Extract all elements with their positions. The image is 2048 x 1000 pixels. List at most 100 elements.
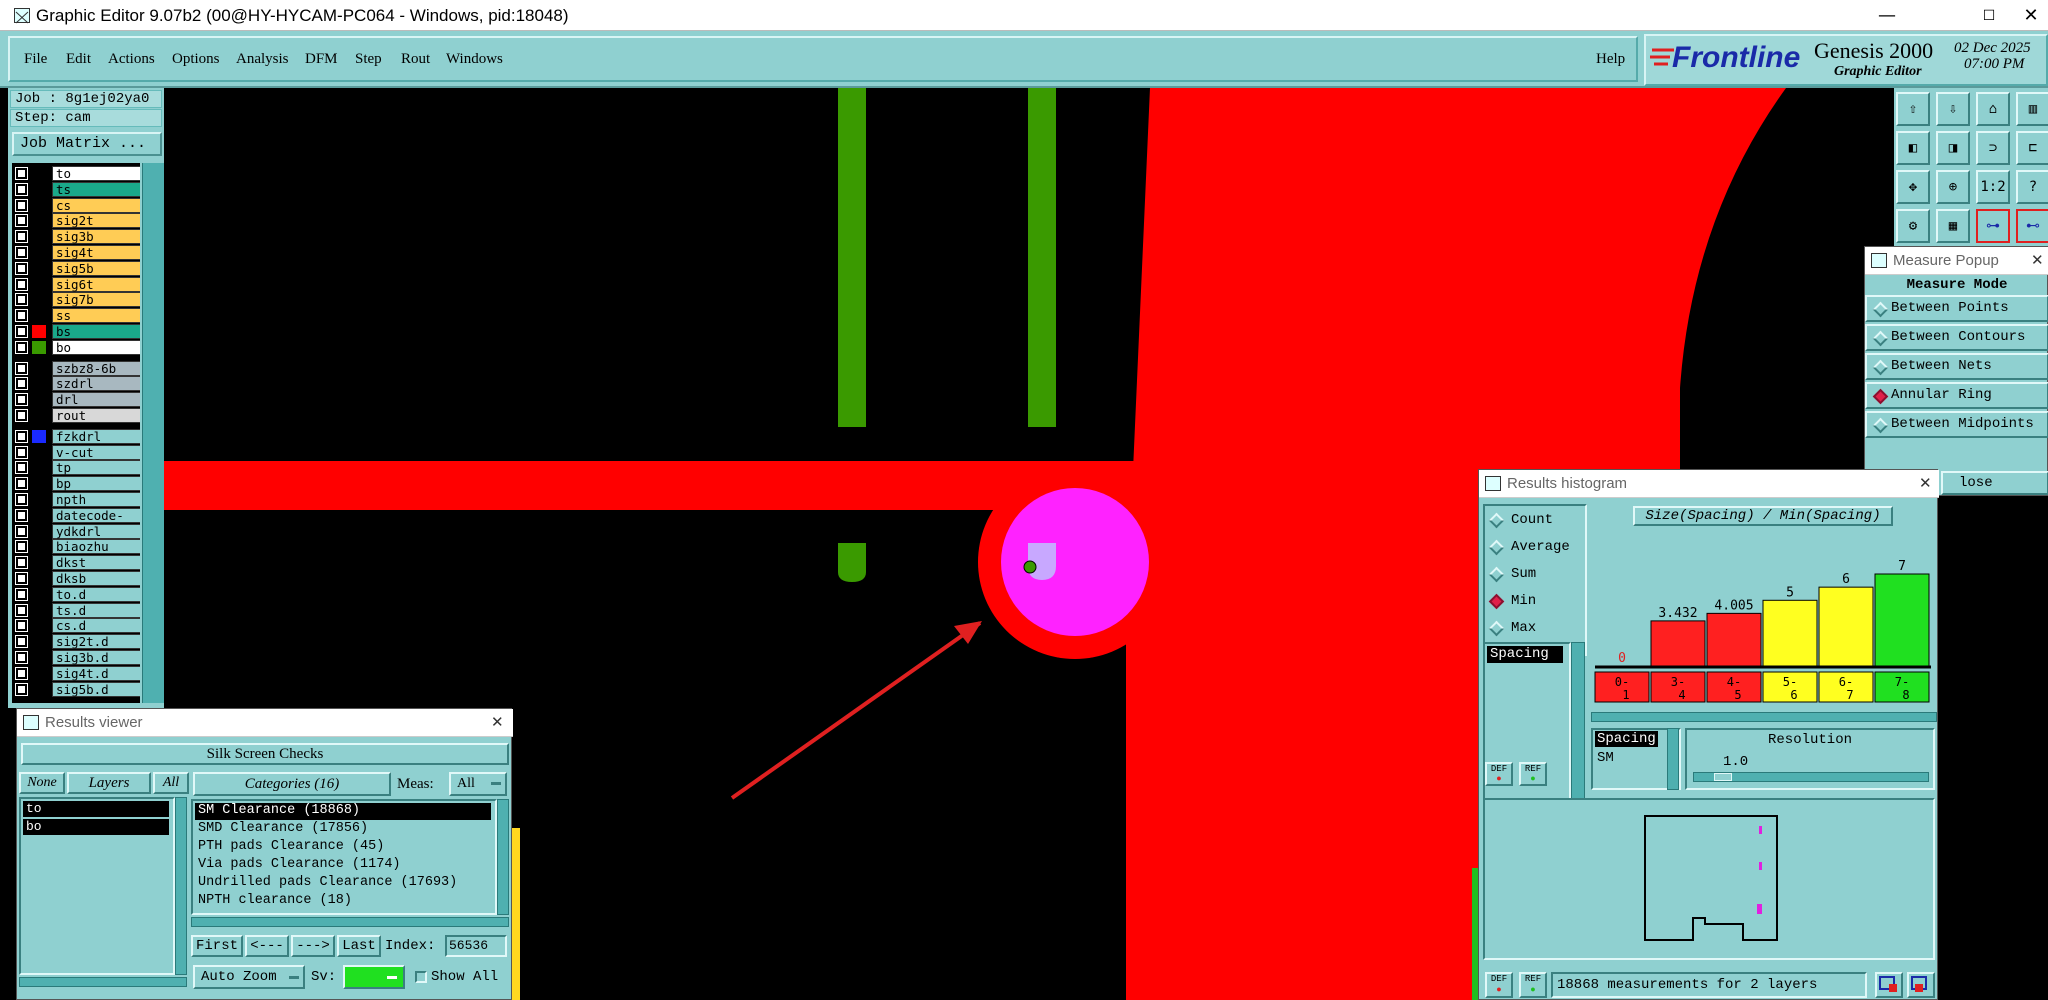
menu-edit[interactable]: Edit bbox=[66, 51, 91, 68]
layer-checkbox[interactable] bbox=[15, 493, 28, 506]
layer-checkbox[interactable] bbox=[15, 651, 28, 664]
layer-color-swatch[interactable] bbox=[32, 461, 46, 475]
layer-name[interactable]: to.d bbox=[52, 586, 140, 602]
layer-name[interactable]: bo bbox=[52, 339, 140, 355]
layer-name[interactable]: fzkdrl bbox=[52, 428, 140, 444]
show-all-checkbox[interactable] bbox=[415, 971, 427, 983]
layer-name[interactable]: ss bbox=[52, 308, 140, 324]
layer-name[interactable]: szdrl bbox=[52, 376, 140, 392]
measure-option[interactable]: Between Nets bbox=[1865, 353, 2048, 380]
histogram-bar[interactable] bbox=[1650, 620, 1706, 667]
none-button[interactable]: None bbox=[19, 772, 65, 794]
auto-zoom-dropdown[interactable]: Auto Zoom bbox=[193, 965, 305, 989]
layer-row[interactable]: sig3b.d bbox=[12, 650, 140, 665]
categories-scrollbar[interactable] bbox=[497, 799, 509, 915]
histogram-mode-option[interactable]: Max bbox=[1488, 618, 1585, 640]
layer-row[interactable]: sig7b bbox=[12, 292, 140, 308]
layers-button[interactable]: Layers bbox=[67, 772, 151, 794]
layer-color-swatch[interactable] bbox=[32, 508, 46, 522]
layer-color-swatch[interactable] bbox=[32, 619, 46, 633]
menu-dfm[interactable]: DFM bbox=[305, 51, 338, 68]
layer-color-swatch[interactable] bbox=[32, 309, 46, 323]
zoom-home-icon[interactable]: ⊕ bbox=[1936, 170, 1970, 204]
layer-name[interactable]: bs bbox=[52, 324, 140, 339]
link-icon[interactable]: ⊃ bbox=[1976, 131, 2010, 165]
histogram-hscrollbar[interactable] bbox=[1591, 712, 1937, 722]
histogram-bar[interactable] bbox=[1706, 612, 1762, 667]
histogram-mode-option[interactable]: Min bbox=[1488, 591, 1585, 613]
layer-row[interactable]: to.d bbox=[12, 586, 140, 602]
layer-checkbox[interactable] bbox=[15, 603, 28, 617]
layer-checkbox[interactable] bbox=[15, 277, 28, 291]
layer-color-swatch[interactable] bbox=[32, 409, 46, 422]
layer-name[interactable]: cs bbox=[52, 197, 140, 213]
layer-color-swatch[interactable] bbox=[32, 230, 46, 244]
layer-name[interactable]: bp bbox=[52, 476, 140, 492]
layer-row[interactable]: npth bbox=[12, 492, 140, 507]
layer-checkbox[interactable] bbox=[15, 540, 28, 554]
net-highlight-icon[interactable]: ⊶ bbox=[1976, 209, 2010, 243]
histogram-close-icon[interactable]: ✕ bbox=[1919, 474, 1932, 492]
layer-name[interactable]: drl bbox=[52, 392, 140, 408]
category-item[interactable]: Via pads Clearance (1174) bbox=[195, 857, 491, 874]
layer-checkbox[interactable] bbox=[15, 524, 28, 538]
layer-checkbox[interactable] bbox=[15, 587, 28, 601]
measure-popup-close-icon[interactable]: ✕ bbox=[2031, 251, 2044, 269]
layer-list-hscrollbar[interactable] bbox=[19, 977, 187, 987]
silk-screen-checks-header[interactable]: Silk Screen Checks bbox=[21, 743, 509, 765]
spacing-selected-label[interactable]: Spacing bbox=[1595, 731, 1658, 747]
histogram-mode-option[interactable]: Count bbox=[1488, 510, 1585, 532]
layer-list-scrollbar[interactable] bbox=[175, 797, 187, 975]
layer-row[interactable]: bp bbox=[12, 476, 140, 492]
layer-color-swatch[interactable] bbox=[32, 635, 46, 649]
layer-name[interactable]: biaozhu bbox=[52, 539, 140, 555]
histogram-bar[interactable] bbox=[1818, 586, 1874, 667]
layer-color-swatch[interactable] bbox=[32, 393, 46, 407]
layer-checkbox[interactable] bbox=[15, 167, 28, 180]
layer-name[interactable]: dkst bbox=[52, 555, 140, 571]
layer-color-swatch[interactable] bbox=[32, 429, 46, 443]
layer-name[interactable]: szbz8-6b bbox=[52, 360, 140, 376]
menu-help[interactable]: Help bbox=[1596, 51, 1625, 68]
measure-option[interactable]: Between Points bbox=[1865, 295, 2048, 322]
all-button[interactable]: All bbox=[153, 772, 189, 794]
next-button[interactable]: ---> bbox=[291, 935, 335, 957]
layer-color-swatch[interactable] bbox=[32, 493, 46, 506]
layer-checkbox[interactable] bbox=[15, 556, 28, 570]
measure-option[interactable]: Between Contours bbox=[1865, 324, 2048, 351]
layer-row[interactable]: sig5b.d bbox=[12, 681, 140, 697]
help-icon[interactable]: ? bbox=[2016, 170, 2048, 204]
layer-name[interactable]: sig4t bbox=[52, 245, 140, 260]
layer-row[interactable]: sig2t.d bbox=[12, 634, 140, 650]
layer-color-swatch[interactable] bbox=[32, 477, 46, 491]
layer-name[interactable]: sig4t.d bbox=[52, 665, 140, 681]
layer-name[interactable]: sig2t.d bbox=[52, 634, 140, 650]
layer-row[interactable]: datecode-pth bbox=[12, 507, 140, 536]
layer-color-swatch[interactable] bbox=[32, 340, 46, 354]
resolution-slider[interactable] bbox=[1693, 772, 1929, 782]
results-layer-bo[interactable]: bo bbox=[23, 819, 169, 835]
layer-color-swatch[interactable] bbox=[32, 682, 46, 696]
layer-name[interactable]: datecode-pth bbox=[52, 507, 140, 536]
layer-row[interactable]: sig2t bbox=[12, 213, 140, 229]
layer-color-swatch[interactable] bbox=[32, 246, 46, 259]
split-view-icon[interactable]: ▥ bbox=[2016, 92, 2048, 126]
layer-name[interactable]: ydkdrl bbox=[52, 523, 140, 539]
category-item[interactable]: PTH pads Clearance (45) bbox=[195, 839, 491, 856]
layer-checkbox[interactable] bbox=[15, 293, 28, 307]
layer-name[interactable]: tp bbox=[52, 460, 140, 476]
def-button-bottom[interactable]: DEF ● bbox=[1485, 972, 1513, 998]
categories-hscrollbar[interactable] bbox=[191, 917, 509, 927]
export-icon[interactable]: ⇩ bbox=[1936, 92, 1970, 126]
scale-1-2-icon[interactable]: 1:2 bbox=[1976, 170, 2010, 204]
layer-color-swatch[interactable] bbox=[32, 540, 46, 554]
layer-name[interactable]: sig7b bbox=[52, 292, 140, 308]
layer-row[interactable]: rout bbox=[12, 408, 140, 423]
layer-color-swatch[interactable] bbox=[32, 361, 46, 375]
layer-color-swatch[interactable] bbox=[32, 293, 46, 307]
import-icon[interactable]: ⇧ bbox=[1896, 92, 1930, 126]
layer-checkbox[interactable] bbox=[15, 182, 28, 196]
layer-color-swatch[interactable] bbox=[32, 198, 46, 212]
layer-color-swatch[interactable] bbox=[32, 277, 46, 291]
layer-name[interactable]: v-cut bbox=[52, 444, 140, 460]
